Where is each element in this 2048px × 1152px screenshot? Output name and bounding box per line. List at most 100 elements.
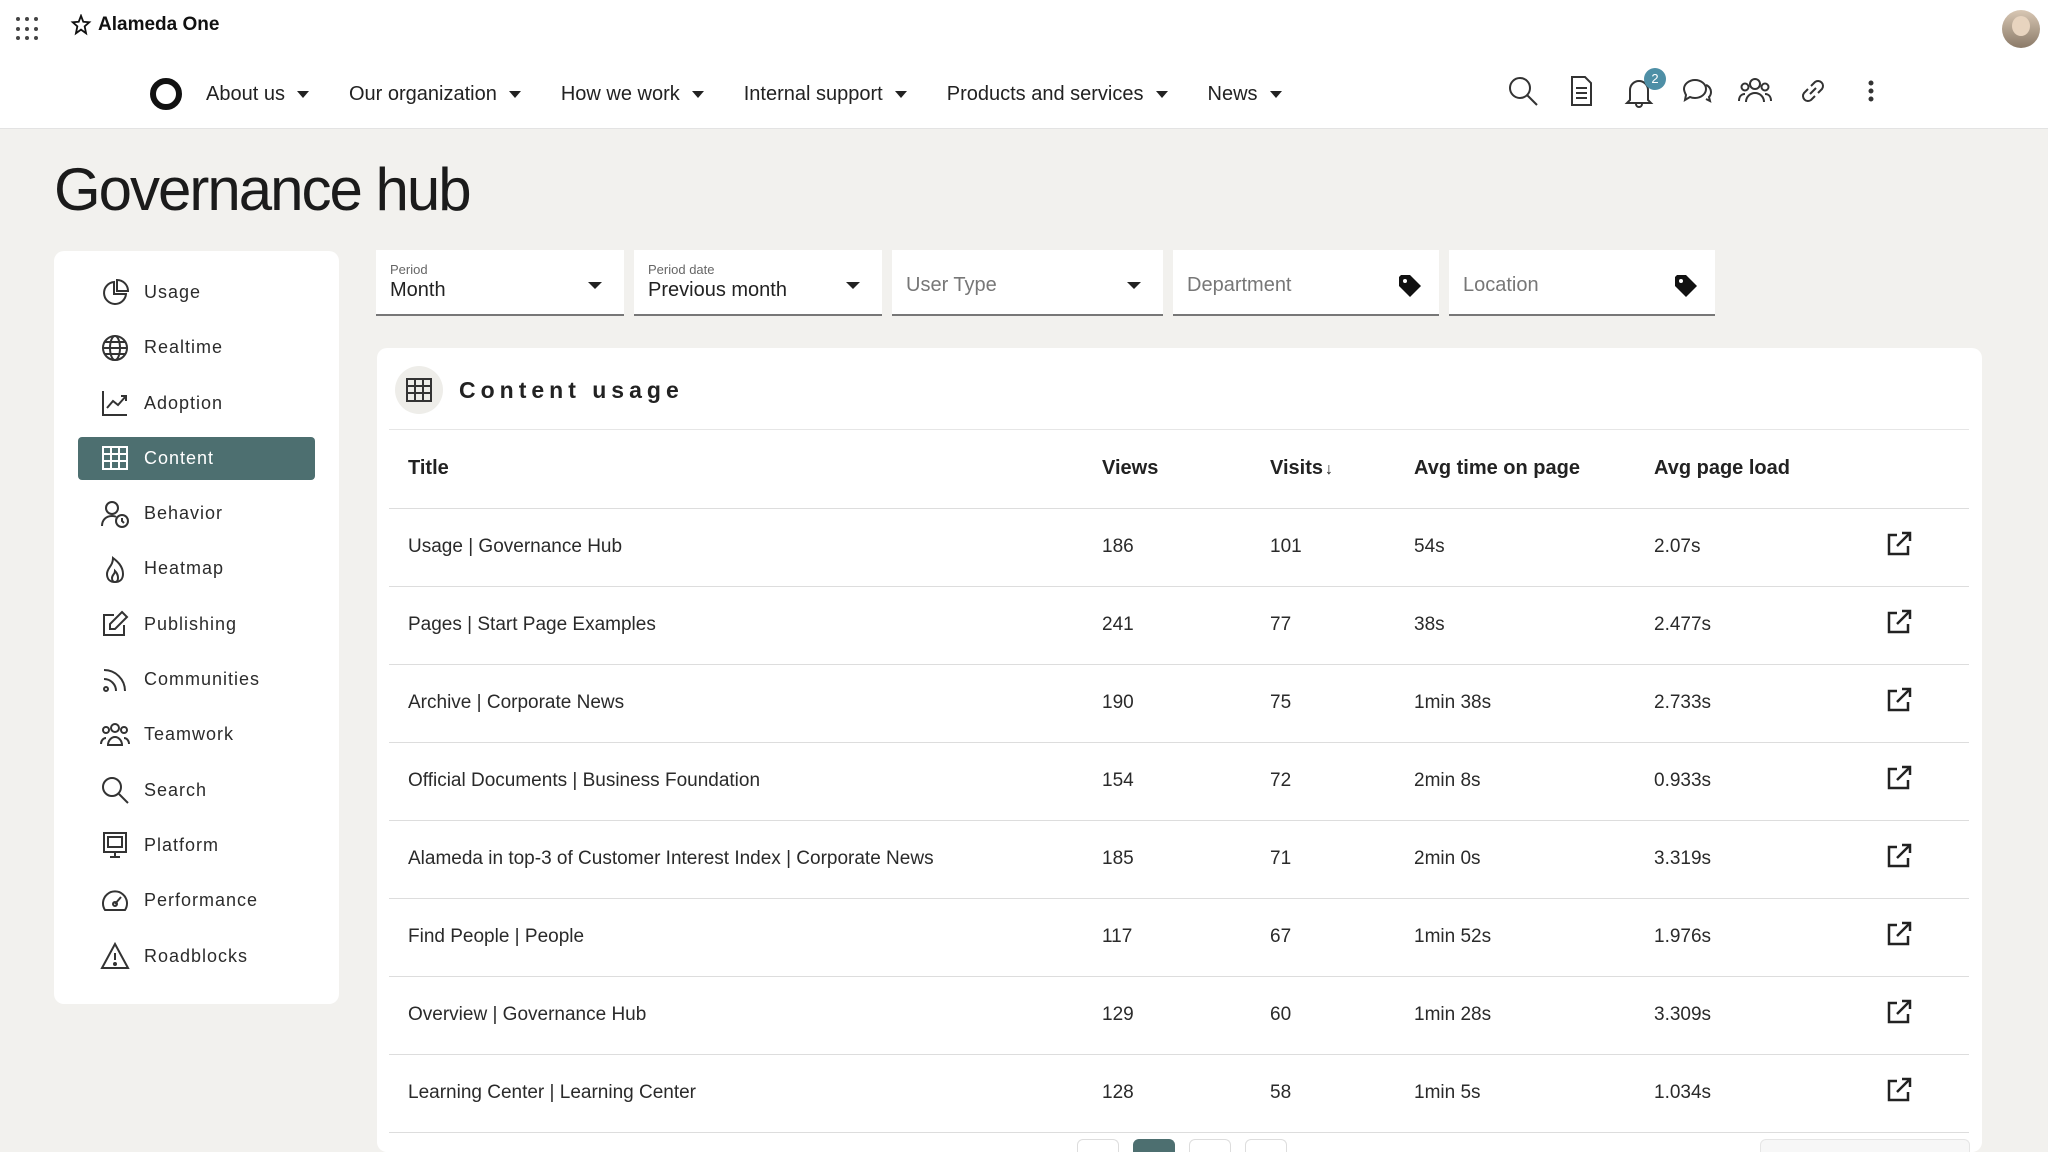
sidebar-item-heatmap[interactable]: Heatmap [78,547,315,590]
sidebar-item-communities[interactable]: Communities [78,658,315,701]
cell-avg-load: 2.477s [1654,586,1884,665]
cell-visits: 101 [1270,508,1414,587]
cell-avg-time: 2min 8s [1414,742,1654,821]
sidebar-item-usage[interactable]: Usage [78,271,315,314]
globe-icon [98,331,132,365]
search-icon [98,773,132,807]
nav-item-products-and-services[interactable]: Products and services [947,83,1168,106]
table-row: Pages | Start Page Examples 241 77 38s 2… [389,586,1969,665]
caret-down-icon [691,90,704,98]
location-placeholder: Location [1463,274,1539,296]
page-button[interactable] [1189,1139,1231,1152]
top-bar: Alameda One About us Our organization Ho… [0,0,2048,129]
document-icon[interactable] [1564,74,1600,110]
sidebar-item-roadblocks[interactable]: Roadblocks [78,935,315,978]
nav-item-our-organization[interactable]: Our organization [349,83,521,106]
cell-avg-time: 38s [1414,586,1654,665]
external-link-icon[interactable] [1884,919,1914,949]
column-header-visits[interactable]: Visits ↓ [1270,430,1414,509]
sidebar-item-adoption[interactable]: Adoption [78,382,315,425]
cell-title: Alameda in top-3 of Customer Interest In… [389,820,1102,899]
nav-item-news[interactable]: News [1208,83,1282,106]
cell-visits: 72 [1270,742,1414,821]
table-row: Usage | Governance Hub 186 101 54s 2.07s [389,508,1969,587]
chat-icon[interactable] [1680,74,1716,110]
sidebar-item-platform[interactable]: Platform [78,824,315,867]
sidebar-item-label: Teamwork [144,724,235,745]
page-prev-button[interactable] [1077,1139,1119,1152]
external-link-icon[interactable] [1884,1075,1914,1105]
column-header-avg-load[interactable]: Avg page load [1654,430,1884,509]
table-row: Alameda in top-3 of Customer Interest In… [389,820,1969,899]
nav-label: Products and services [946,82,1144,105]
more-vertical-icon[interactable] [1854,74,1890,110]
link-icon[interactable] [1796,74,1832,110]
cell-title: Usage | Governance Hub [389,508,1102,587]
sidebar-item-teamwork[interactable]: Teamwork [78,713,315,756]
table-header-row: Title Views Visits ↓ Avg time on page Avg… [389,430,1969,509]
warning-icon [98,939,132,973]
cell-open [1884,664,1969,743]
department-filter[interactable]: Department [1173,250,1439,316]
cell-views: 154 [1102,742,1270,821]
people-icon[interactable] [1738,74,1774,110]
nav-item-about-us[interactable]: About us [206,83,309,106]
location-filter[interactable]: Location [1449,250,1715,316]
external-link-icon[interactable] [1884,997,1914,1027]
sidebar-item-label: Search [144,779,208,800]
column-header-avg-time[interactable]: Avg time on page [1414,430,1654,509]
cell-avg-load: 3.319s [1654,820,1884,899]
cell-title: Official Documents | Business Foundation [389,742,1102,821]
cell-visits: 58 [1270,1054,1414,1133]
cell-avg-time: 1min 38s [1414,664,1654,743]
sidebar-item-publishing[interactable]: Publishing [78,603,315,646]
app-launcher-icon[interactable] [16,17,40,41]
sidebar-item-content[interactable]: Content [78,436,315,480]
sidebar-item-label: Behavior [144,503,224,524]
page-current-button[interactable] [1133,1139,1175,1152]
sidebar-item-label: Usage [144,282,202,302]
column-header-views[interactable]: Views [1102,430,1270,509]
page-title: Governance hub [54,156,472,223]
period-select[interactable]: Period Month [376,250,624,316]
column-header-visits-label: Visits [1270,457,1323,480]
card-header: Content usage [395,366,684,414]
external-link-icon[interactable] [1884,841,1914,871]
sidebar-item-behavior[interactable]: Behavior [78,492,315,535]
caret-down-icon [1155,90,1168,98]
page-size-control[interactable] [1760,1139,1970,1152]
cell-views: 185 [1102,820,1270,899]
cell-avg-time: 2min 0s [1414,820,1654,899]
bell-icon[interactable]: 2 [1622,68,1666,110]
user-type-select[interactable]: User Type [892,250,1163,316]
cell-views: 128 [1102,1054,1270,1133]
brand-name: Alameda One [98,14,220,35]
page-next-button[interactable] [1245,1139,1287,1152]
sidebar-item-realtime[interactable]: Realtime [78,326,315,369]
nav-item-how-we-work[interactable]: How we work [561,83,704,106]
gauge-icon [98,884,132,918]
brand[interactable]: Alameda One [70,14,219,36]
avatar[interactable] [2002,10,2040,48]
external-link-icon[interactable] [1884,529,1914,559]
nav-item-internal-support[interactable]: Internal support [744,83,907,106]
cell-title: Find People | People [389,898,1102,977]
sort-down-icon: ↓ [1325,461,1333,479]
monitor-icon [98,828,132,862]
external-link-icon[interactable] [1884,607,1914,637]
external-link-icon[interactable] [1884,685,1914,715]
search-icon[interactable] [1506,74,1542,110]
home-logo-icon[interactable] [150,78,182,110]
cell-visits: 60 [1270,976,1414,1055]
user-clock-icon [98,497,132,531]
period-date-select[interactable]: Period date Previous month [634,250,882,316]
sidebar: Usage Realtime Adoption Content Behavior… [54,251,339,1004]
cell-open [1884,820,1969,899]
external-link-icon[interactable] [1884,763,1914,793]
column-header-title[interactable]: Title [389,430,1102,509]
cell-avg-load: 3.309s [1654,976,1884,1055]
toolbar: 2 [1506,68,1890,110]
tag-icon [1399,275,1421,297]
sidebar-item-performance[interactable]: Performance [78,879,315,922]
sidebar-item-search[interactable]: Search [78,769,315,812]
